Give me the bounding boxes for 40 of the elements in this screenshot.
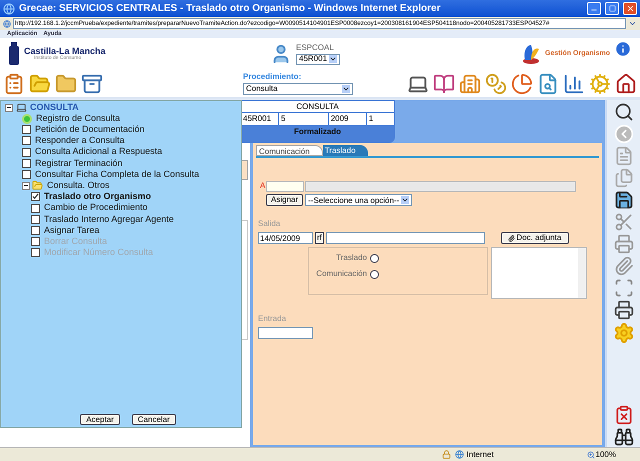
entrada-label: Entrada	[257, 313, 288, 325]
salida-label: Salida	[257, 218, 282, 230]
procedure-label: Procedimiento:	[243, 72, 302, 80]
option-select[interactable]: --Seleccione una opción--	[305, 194, 412, 206]
tree-item-label[interactable]: Petición de Documentación	[35, 123, 145, 137]
zoom-level[interactable]: 100%	[596, 448, 616, 460]
record-status: Formalizado	[292, 126, 342, 138]
radio-label: Comunicación	[316, 268, 367, 280]
radio-label: Traslado	[336, 252, 367, 264]
dialog-button[interactable]: Cancelar	[132, 414, 176, 425]
attachment-button[interactable]: Doc. adjunta	[500, 232, 569, 244]
tree-item-label[interactable]: Consultar Ficha Completa de la Consulta	[35, 168, 200, 182]
tree-item-label[interactable]: Responder a Consulta	[35, 134, 125, 148]
tree-item-label[interactable]: Registrar Terminación	[35, 156, 122, 170]
record-field: 2009	[328, 113, 366, 125]
record-field: 1	[366, 113, 394, 125]
tree-item-label[interactable]: Consulta. Otros	[47, 178, 110, 192]
tree-item-label[interactable]: Cambio de Procedimiento	[44, 201, 148, 215]
dialog-button[interactable]: Aceptar	[80, 414, 120, 425]
zone-label: Internet	[466, 448, 495, 460]
tree-root-label[interactable]: CONSULTA	[30, 100, 79, 114]
window-title: Grecae: SERVICIOS CENTRALES - Traslado otro Organismo - Windows Internet Explorer	[19, 2, 442, 16]
record-field: 5	[279, 113, 328, 125]
rf-button[interactable]: rf	[315, 232, 324, 244]
tree-item-label[interactable]: Traslado Interno Agregar Agente	[44, 212, 174, 226]
procedure-select[interactable]: Consulta	[243, 82, 353, 94]
assign-button[interactable]: Asignar	[266, 194, 304, 206]
record-field: 45R001	[241, 113, 278, 125]
tree-item-label[interactable]: Traslado otro Organismo	[44, 190, 152, 204]
tree-item-label[interactable]: Registro de Consulta	[36, 112, 120, 126]
record-title: CONSULTA	[241, 101, 394, 112]
tab[interactable]: Traslado	[322, 145, 368, 156]
tree-item-label[interactable]: Consulta Adicional a Respuesta	[35, 145, 162, 159]
date-field[interactable]: 14/05/2009	[258, 232, 313, 244]
tree-item-label[interactable]: Asignar Tarea	[44, 224, 100, 238]
tab[interactable]: Comunicación	[256, 145, 323, 156]
logo-title: Castilla-La Mancha	[24, 47, 106, 56]
a-label: A	[260, 180, 265, 192]
office-select[interactable]: 45R001	[296, 54, 340, 64]
user-name: ESPCOAL	[296, 44, 335, 52]
